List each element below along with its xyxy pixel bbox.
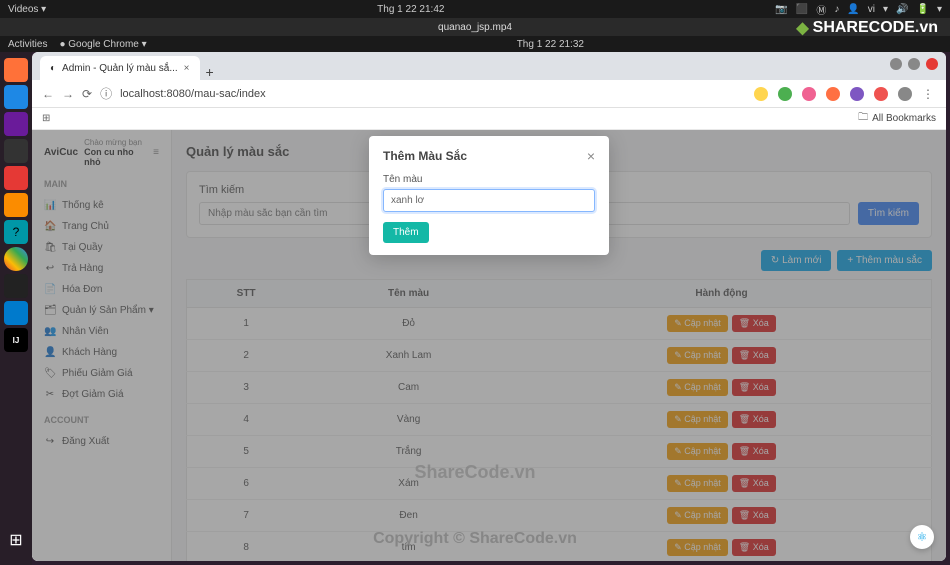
tab-title: Admin - Quản lý màu sắ...: [62, 63, 178, 74]
tray-icon[interactable]: Ⓜ: [816, 2, 826, 17]
tray-icon[interactable]: 🔋: [917, 4, 929, 15]
videos-menu[interactable]: Videos ▾: [8, 4, 46, 15]
modal-overlay[interactable]: Thêm Màu Sắc × Tên màu Thêm: [32, 130, 946, 561]
apps-grid-icon[interactable]: ⊞: [42, 113, 50, 124]
activities-bar: Activities ● Google Chrome ▾ Thg 1 22 21…: [0, 36, 950, 52]
modal-field-label: Tên màu: [383, 174, 595, 185]
ubuntu-dock: ? IJ ⊞: [0, 52, 32, 565]
browser-address-bar: ← → ⟳ ⓘ localhost:8080/mau-sac/index ⋮: [32, 80, 946, 108]
dock-intellij-icon[interactable]: IJ: [4, 328, 28, 352]
tray-icon[interactable]: 📷: [775, 4, 787, 15]
add-color-modal: Thêm Màu Sắc × Tên màu Thêm: [369, 136, 609, 255]
dock-app-icon[interactable]: [4, 193, 28, 217]
modal-submit-button[interactable]: Thêm: [383, 222, 429, 243]
tray-icon[interactable]: ⬛: [796, 4, 808, 15]
site-info-icon[interactable]: ⓘ: [100, 85, 112, 102]
modal-close-icon[interactable]: ×: [587, 148, 595, 164]
dock-apps-grid-icon[interactable]: ⊞: [9, 530, 22, 550]
dock-app-icon[interactable]: [4, 166, 28, 190]
window-minimize-icon[interactable]: [890, 58, 902, 70]
ubuntu-clock: Thg 1 22 21:42: [377, 4, 444, 15]
window-close-icon[interactable]: [926, 58, 938, 70]
extension-icon[interactable]: [754, 87, 768, 101]
address-url[interactable]: localhost:8080/mau-sac/index: [120, 88, 746, 100]
dock-help-icon[interactable]: ?: [4, 220, 28, 244]
tray-icon[interactable]: ♪: [834, 4, 839, 15]
dock-terminal-icon[interactable]: [4, 274, 28, 298]
modal-title: Thêm Màu Sắc: [383, 149, 467, 163]
tab-close-icon[interactable]: ×: [184, 63, 190, 74]
extension-icon[interactable]: [898, 87, 912, 101]
sharecode-watermark-logo: ◆ SHARECODE.vn: [796, 18, 938, 38]
ubuntu-top-bar: Videos ▾ Thg 1 22 21:42 📷 ⬛ Ⓜ ♪ 👤 vi ▾ 🔊…: [0, 0, 950, 18]
react-devtools-icon[interactable]: ⚛: [910, 525, 934, 549]
extension-icon[interactable]: [874, 87, 888, 101]
all-bookmarks-button[interactable]: All Bookmarks: [872, 113, 936, 124]
dock-app-icon[interactable]: [4, 85, 28, 109]
tray-icon[interactable]: ▾: [937, 4, 942, 15]
extension-icon[interactable]: [778, 87, 792, 101]
browser-tab[interactable]: ◐ Admin - Quản lý màu sắ... ×: [40, 56, 200, 80]
color-name-input[interactable]: [383, 189, 595, 212]
dock-app-icon[interactable]: [4, 139, 28, 163]
activities-clock: Thg 1 22 21:32: [159, 39, 942, 50]
new-tab-button[interactable]: +: [206, 64, 214, 80]
window-maximize-icon[interactable]: [908, 58, 920, 70]
nav-reload-icon[interactable]: ⟳: [82, 87, 92, 101]
extension-icon[interactable]: [802, 87, 816, 101]
menu-icon[interactable]: ⋮: [922, 87, 936, 101]
tray-icon[interactable]: ▾: [883, 4, 888, 15]
ubuntu-tray: 📷 ⬛ Ⓜ ♪ 👤 vi ▾ 🔊 🔋 ▾: [775, 2, 942, 17]
dock-chrome-icon[interactable]: [4, 247, 28, 271]
bookmarks-folder-icon[interactable]: 🗀: [858, 110, 868, 127]
tray-icon[interactable]: 👤: [847, 4, 859, 15]
browser-window: ◐ Admin - Quản lý màu sắ... × + ← → ⟳ ⓘ …: [32, 52, 946, 561]
bookmarks-bar: ⊞ 🗀 All Bookmarks: [32, 108, 946, 130]
extension-icon[interactable]: [826, 87, 840, 101]
chrome-menu[interactable]: ● Google Chrome ▾: [59, 39, 146, 50]
tab-favicon: ◐: [50, 63, 56, 74]
dock-firefox-icon[interactable]: [4, 58, 28, 82]
tray-icon[interactable]: 🔊: [896, 4, 908, 15]
sharecode-icon: ◆: [796, 18, 808, 38]
video-filename: quanao_jsp.mp4: [438, 22, 512, 33]
browser-tab-strip: ◐ Admin - Quản lý màu sắ... × +: [32, 52, 946, 80]
nav-forward-icon[interactable]: →: [62, 87, 74, 101]
extension-icon[interactable]: [850, 87, 864, 101]
nav-back-icon[interactable]: ←: [42, 87, 54, 101]
admin-app: AviCuc Chào mừng bạn Con cu nho nhỏ ≡ MA…: [32, 130, 946, 561]
dock-vscode-icon[interactable]: [4, 301, 28, 325]
tray-lang[interactable]: vi: [868, 4, 875, 15]
dock-app-icon[interactable]: [4, 112, 28, 136]
activities-label[interactable]: Activities: [8, 39, 47, 50]
